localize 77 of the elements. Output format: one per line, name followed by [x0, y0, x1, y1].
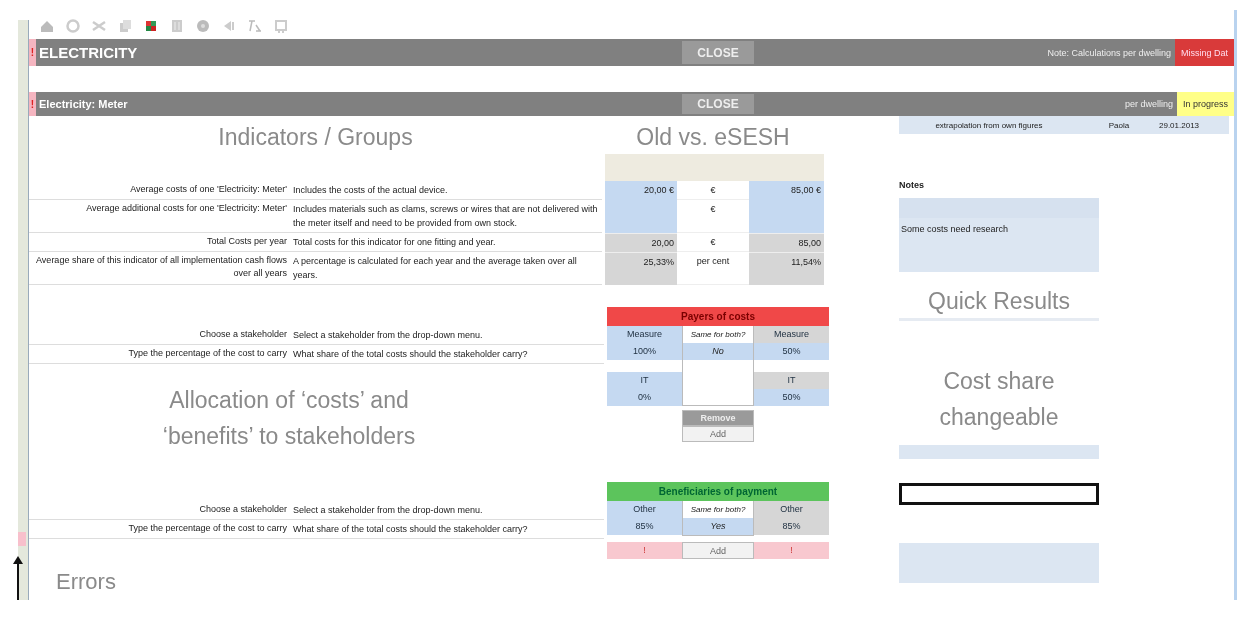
- field-description: Select a stakeholder from the drop-down menu.: [292, 504, 484, 517]
- frame-icon[interactable]: [273, 18, 289, 34]
- disc-icon[interactable]: [195, 18, 211, 34]
- pillar-icon[interactable]: [169, 18, 185, 34]
- share-field[interactable]: 85%: [754, 518, 829, 535]
- indicator-description: Includes materials such as clams, screws or wires that are not delivered with the meter itself and need to be provided from own stock.: [291, 200, 602, 233]
- status-badge: In progress: [1176, 92, 1234, 116]
- meta-text: 29.01.2013: [1159, 120, 1201, 130]
- indicator-description: A percentage is calculated for each year and the average taken over all years.: [291, 252, 602, 285]
- circle-icon[interactable]: [65, 18, 81, 34]
- indicator-description: Includes the costs of the actual device.: [291, 181, 602, 200]
- field-label: Type the percentage of the cost to carry: [127, 522, 288, 535]
- shuffle-icon[interactable]: [91, 18, 107, 34]
- notes-title: Notes: [899, 180, 925, 190]
- documents-icon[interactable]: [117, 18, 133, 34]
- new-value-cell: 85,00: [749, 233, 824, 252]
- old-value-cell[interactable]: [605, 200, 677, 233]
- error-marker: [18, 532, 26, 546]
- share-field[interactable]: 50%: [754, 389, 829, 406]
- home-icon[interactable]: [39, 18, 55, 34]
- old-value-cell: 20,00: [605, 233, 677, 252]
- header-note: Note: Calculations per dwelling: [1046, 46, 1172, 60]
- indicator-label: Average costs of one 'Electricity: Meter': [29, 181, 291, 200]
- field-description: What share of the total costs should the stakeholder carry?: [292, 523, 529, 536]
- status-badge: Missing Dat: [1175, 39, 1234, 66]
- section-heading: Cost share changeable: [938, 367, 1060, 432]
- error-cell: !: [607, 542, 682, 559]
- table-title: Payers of costs: [607, 307, 829, 326]
- meta-text: extrapolation from own figures: [934, 120, 1044, 130]
- colored-square-icon[interactable]: [143, 18, 159, 34]
- same-for-both-label: Same for both?: [689, 504, 747, 516]
- stakeholder-dropdown[interactable]: Measure: [607, 326, 682, 343]
- section-title: ELECTRICITY: [38, 43, 139, 63]
- same-for-both-dropdown[interactable]: No: [683, 343, 753, 360]
- add-button[interactable]: Add: [682, 426, 754, 442]
- stakeholder-dropdown[interactable]: IT: [607, 372, 682, 389]
- section-heading: Allocation of ‘costs’ and ‘benefits’ to stakeholders: [161, 386, 417, 451]
- old-value-cell[interactable]: 20,00 €: [605, 181, 677, 200]
- new-value-cell[interactable]: [749, 200, 824, 233]
- indicator-label: Average share of this indicator of all implementation cash flows over all years: [29, 252, 291, 285]
- notes-field[interactable]: Some costs need research: [899, 198, 1099, 272]
- selected-cell[interactable]: [899, 483, 1099, 505]
- indicator-description: Total costs for this indicator for one fitting and year.: [291, 233, 602, 252]
- share-field[interactable]: 85%: [607, 518, 682, 535]
- stakeholder-dropdown[interactable]: Other: [607, 501, 682, 518]
- field-label: Choose a stakeholder: [198, 328, 288, 341]
- indicator-label: Total Costs per year: [29, 233, 291, 252]
- section-title: Electricity: Meter: [38, 97, 129, 112]
- field-label: Type the percentage of the cost to carry: [127, 347, 288, 360]
- header-note: per dwelling: [1123, 98, 1174, 111]
- new-value-cell: 11,54%: [749, 252, 824, 285]
- share-field[interactable]: 50%: [754, 343, 829, 360]
- section-heading: Indicators / Groups: [217, 123, 414, 152]
- section-heading: Quick Results: [899, 284, 1099, 321]
- field-description: What share of the total costs should the stakeholder carry?: [292, 348, 529, 361]
- warning-marker: !: [29, 92, 36, 116]
- stakeholder-dropdown[interactable]: Measure: [754, 326, 829, 343]
- errors-annotation: Errors: [56, 569, 117, 595]
- field-label: Choose a stakeholder: [198, 503, 288, 516]
- stakeholder-dropdown[interactable]: IT: [754, 372, 829, 389]
- meta-text: Paola: [1107, 120, 1131, 130]
- field-description: Select a stakeholder from the drop-down menu.: [292, 329, 484, 342]
- warning-marker: !: [29, 39, 36, 66]
- add-button[interactable]: Add: [682, 542, 754, 559]
- old-value-cell: 25,33%: [605, 252, 677, 285]
- indicator-label: Average additional costs for one 'Electricity: Meter': [29, 200, 291, 233]
- up-arrow: [13, 556, 23, 600]
- share-field[interactable]: 0%: [607, 389, 682, 406]
- section-heading: Old vs. eSESH: [635, 123, 791, 152]
- stakeholder-dropdown[interactable]: Other: [754, 501, 829, 518]
- error-cell: !: [754, 542, 829, 559]
- same-for-both-dropdown[interactable]: Yes: [683, 518, 753, 535]
- same-for-both-label: Same for both?: [689, 329, 747, 341]
- text-icon[interactable]: [247, 18, 263, 34]
- table-title: Beneficiaries of payment: [607, 482, 829, 501]
- share-field[interactable]: 100%: [607, 343, 682, 360]
- new-value-cell[interactable]: 85,00 €: [749, 181, 824, 200]
